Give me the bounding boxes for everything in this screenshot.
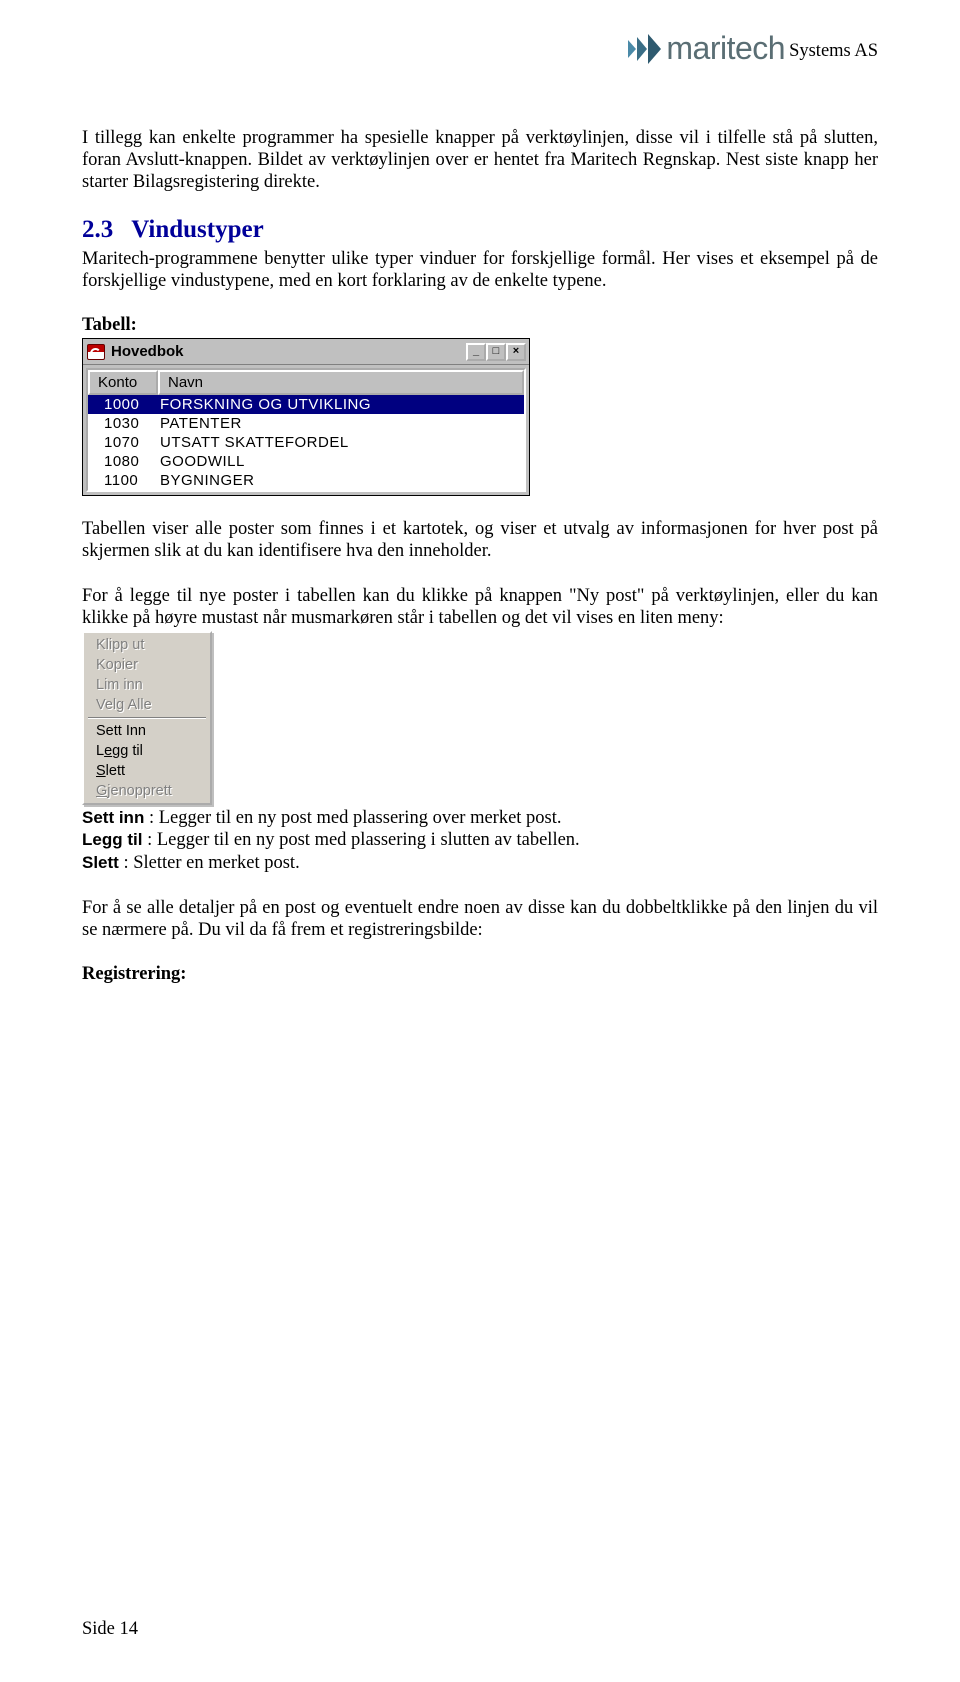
def-slett: Slett : Sletter en merket post. xyxy=(82,852,878,875)
table-body[interactable]: 1000FORSKNING OG UTVIKLING1030PATENTER10… xyxy=(86,395,526,492)
table-header-row: Konto Navn xyxy=(86,368,526,395)
cell-konto: 1100 xyxy=(104,472,160,489)
context-menu: Klipp ut Kopier Lim inn Velg Alle Sett I… xyxy=(82,631,212,805)
table-row[interactable]: 1080GOODWILL xyxy=(88,452,524,471)
hovedbok-titlebar[interactable]: Hovedbok _ □ × xyxy=(83,339,529,365)
menu-klipp-ut[interactable]: Klipp ut xyxy=(86,635,208,655)
menu-velg-alle[interactable]: Velg Alle xyxy=(86,695,208,715)
paragraph-5: For å se alle detaljer på en post og eve… xyxy=(82,897,878,941)
menu-sett-inn[interactable]: Sett Inn xyxy=(86,721,208,741)
brand-logo: maritech Systems AS xyxy=(628,30,878,67)
section-title: Vindustyper xyxy=(131,216,263,243)
tabell-label: Tabell: xyxy=(82,315,137,335)
cell-konto: 1030 xyxy=(104,415,160,432)
paragraph-4: For å legge til nye poster i tabellen ka… xyxy=(82,585,878,629)
menu-legg-til[interactable]: Legg til xyxy=(86,741,208,761)
cell-navn: BYGNINGER xyxy=(160,472,516,489)
cell-navn: FORSKNING OG UTVIKLING xyxy=(160,396,516,413)
cell-navn: PATENTER xyxy=(160,415,516,432)
menu-lim-inn[interactable]: Lim inn xyxy=(86,675,208,695)
cell-navn: UTSATT SKATTEFORDEL xyxy=(160,434,516,451)
def-legg-til: Legg til : Legger til en ny post med pla… xyxy=(82,829,878,852)
table-row[interactable]: 1000FORSKNING OG UTVIKLING xyxy=(88,395,524,414)
paragraph-3: Tabellen viser alle poster som finnes i … xyxy=(82,518,878,562)
brand-name: maritech xyxy=(666,30,785,67)
menu-slett[interactable]: Slett xyxy=(86,761,208,781)
table-row[interactable]: 1100BYGNINGER xyxy=(88,471,524,490)
col-navn[interactable]: Navn xyxy=(158,370,524,395)
menu-kopier[interactable]: Kopier xyxy=(86,655,208,675)
paragraph-2: Maritech-programmene benytter ulike type… xyxy=(82,248,878,292)
section-number: 2.3 xyxy=(82,216,113,243)
page-footer: Side 14 xyxy=(82,1619,138,1640)
hovedbok-window: Hovedbok _ □ × Konto Navn 1000FORSKNING … xyxy=(82,338,530,496)
close-button[interactable]: × xyxy=(506,343,526,361)
hovedbok-title: Hovedbok xyxy=(111,343,184,360)
cell-konto: 1000 xyxy=(104,396,160,413)
cell-konto: 1080 xyxy=(104,453,160,470)
menu-gjenopprett[interactable]: Gjenopprett xyxy=(86,781,208,801)
cell-konto: 1070 xyxy=(104,434,160,451)
col-konto[interactable]: Konto xyxy=(88,370,158,395)
hovedbok-app-icon xyxy=(87,344,105,360)
menu-separator xyxy=(88,717,206,719)
page-header: maritech Systems AS xyxy=(82,30,878,67)
cell-navn: GOODWILL xyxy=(160,453,516,470)
paragraph-1: I tillegg kan enkelte programmer ha spes… xyxy=(82,127,878,194)
table-row[interactable]: 1070UTSATT SKATTEFORDEL xyxy=(88,433,524,452)
section-heading: 2.3 Vindustyper xyxy=(82,216,878,244)
table-row[interactable]: 1030PATENTER xyxy=(88,414,524,433)
maximize-button[interactable]: □ xyxy=(486,343,506,361)
brand-logo-mark xyxy=(628,34,662,64)
minimize-button[interactable]: _ xyxy=(466,343,486,361)
def-sett-inn: Sett inn : Legger til en ny post med pla… xyxy=(82,807,878,830)
registrering-label: Registrering: xyxy=(82,964,186,984)
brand-suffix: Systems AS xyxy=(789,35,878,62)
